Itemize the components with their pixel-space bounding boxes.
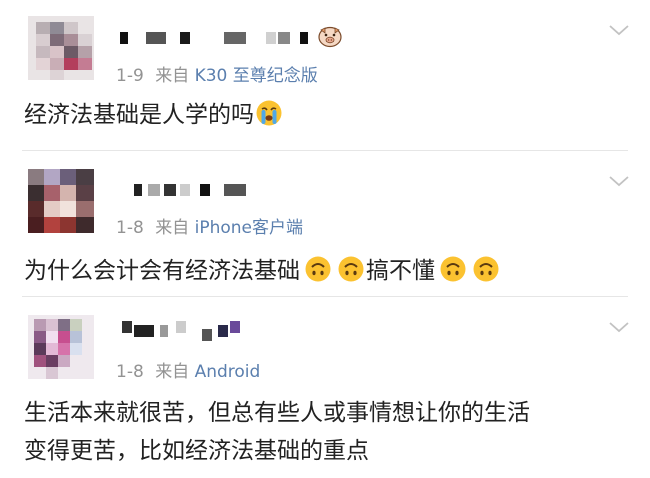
crying-face-emoji: [255, 99, 283, 139]
source-link[interactable]: K30 至尊纪念版: [195, 66, 318, 86]
comment-date: 1-8: [116, 218, 144, 238]
from-label: 来自: [155, 66, 190, 86]
username-blurred[interactable]: [122, 321, 252, 345]
upside-down-face-emoji: [439, 255, 467, 295]
chevron-down-icon[interactable]: [608, 22, 630, 36]
username-blurred[interactable]: [120, 32, 320, 44]
piggy-icon: [317, 24, 343, 48]
avatar[interactable]: [28, 169, 94, 233]
comment-text-line-1: 生活本来就很苦，但总有些人或事情想让你的生活: [24, 400, 530, 426]
upside-down-face-emoji: [304, 255, 332, 295]
comment-text: 为什么会计会有经济法基础 搞不懂: [24, 252, 501, 295]
comment-meta: 1-9 来自 K30 至尊纪念版: [116, 61, 318, 86]
comment-text: 经济法基础是人学的吗: [24, 96, 284, 139]
upside-down-face-emoji: [472, 255, 500, 295]
comment-date: 1-9: [116, 66, 144, 86]
chevron-down-icon[interactable]: [608, 173, 630, 187]
from-label: 来自: [155, 218, 190, 238]
from-label: 来自: [155, 362, 190, 382]
comment-date: 1-8: [116, 362, 144, 382]
avatar[interactable]: [28, 315, 94, 379]
upside-down-face-emoji: [337, 255, 365, 295]
comment-item: 1-8 来自 Android 生活本来就很苦，但总有些人或事情想让你的生活 变得…: [0, 297, 650, 478]
comment-text-line-2: 变得更苦，比如经济法基础的重点: [24, 438, 369, 464]
comment-item: 1-9 来自 K30 至尊纪念版 经济法基础是人学的吗: [0, 0, 650, 150]
comment-item: 1-8 来自 iPhone客户端 为什么会计会有经济法基础 搞不懂: [0, 151, 650, 296]
comment-meta: 1-8 来自 Android: [116, 357, 260, 382]
chevron-down-icon[interactable]: [608, 319, 630, 333]
comment-meta: 1-8 来自 iPhone客户端: [116, 213, 303, 238]
username-blurred[interactable]: [134, 184, 254, 196]
source-link[interactable]: Android: [195, 362, 261, 382]
source-link[interactable]: iPhone客户端: [195, 218, 303, 238]
avatar[interactable]: [28, 16, 94, 80]
